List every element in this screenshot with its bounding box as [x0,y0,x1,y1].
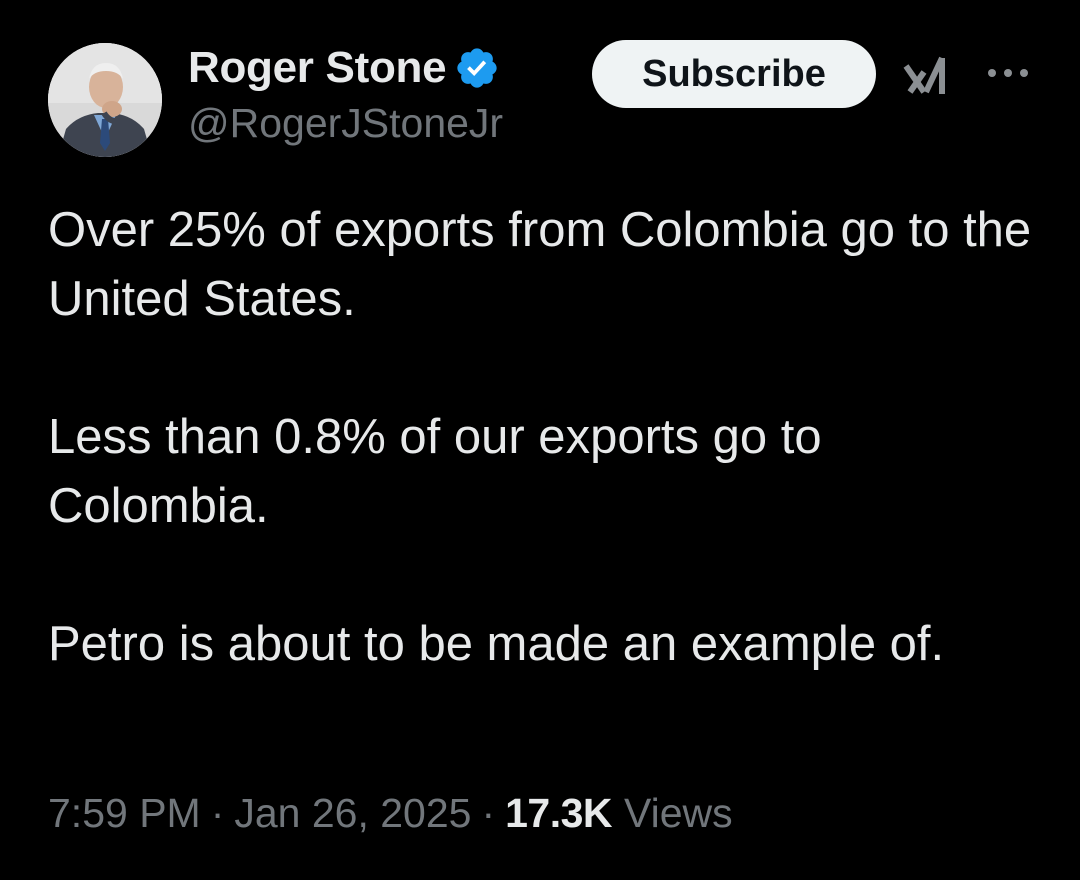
meta-separator: · [210,790,225,836]
tweet-paragraph: Less than 0.8% of our exports go to Colo… [48,410,822,533]
views-count[interactable]: 17.3K [505,790,612,837]
more-horizontal-icon[interactable] [986,66,1030,80]
views-label: Views [624,790,733,836]
tweet-paragraph: Petro is about to be made an example of. [48,617,945,671]
tweet-card: Roger Stone @RogerJStoneJr Subscribe Ove… [0,0,1080,880]
author-display-name[interactable]: Roger Stone [188,43,447,93]
tweet-meta: 7:59 PM · Jan 26, 2025 · 17.3K Views [48,790,733,837]
subscribe-button[interactable]: Subscribe [592,40,876,108]
tweet-text: Over 25% of exports from Colombia go to … [48,196,1048,679]
grok-icon[interactable] [902,52,952,100]
author-name-row: Roger Stone [188,40,500,96]
author-handle[interactable]: @RogerJStoneJr [188,100,503,147]
tweet-time[interactable]: 7:59 PM [48,790,201,837]
avatar[interactable] [48,43,162,157]
tweet-date[interactable]: Jan 26, 2025 [234,790,471,837]
verified-badge-icon [454,45,500,91]
meta-separator: · [481,790,496,836]
tweet-paragraph: Over 25% of exports from Colombia go to … [48,203,1032,326]
